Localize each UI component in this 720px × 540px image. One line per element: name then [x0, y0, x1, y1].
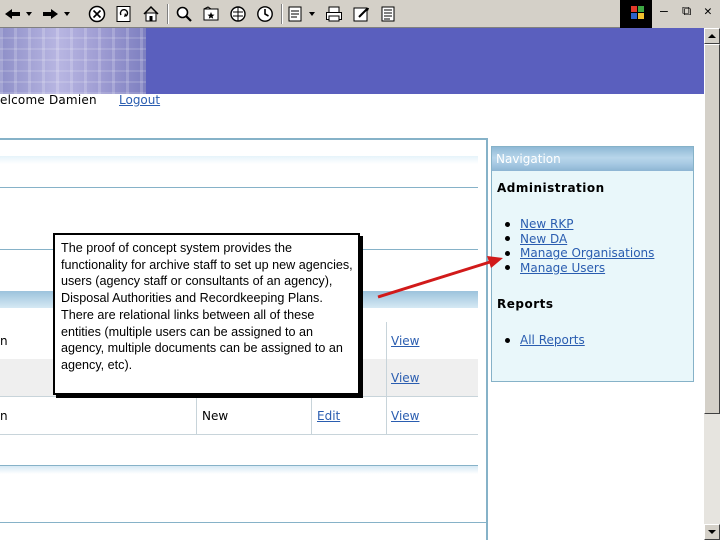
administration-list: New RKP New DA Manage Organisations Mana… [502, 217, 654, 275]
browser-toolbar: – ⧉ ✕ [0, 0, 720, 28]
edit-icon [288, 6, 315, 22]
favorites-icon [203, 6, 219, 21]
vertical-scrollbar[interactable] [704, 28, 720, 540]
scroll-up-button[interactable] [704, 28, 720, 44]
restore-icon[interactable]: ⧉ [682, 4, 691, 19]
windows-logo [620, 0, 652, 28]
view-link[interactable]: View [391, 334, 419, 348]
chevron-up-icon [708, 34, 716, 38]
reports-heading: Reports [497, 297, 554, 311]
panel-footer-band [0, 466, 478, 474]
list-item: New DA [502, 232, 654, 247]
forward-button[interactable] [40, 3, 70, 25]
back-icon [5, 9, 32, 19]
notes-icon [381, 6, 395, 22]
search-icon [176, 6, 192, 22]
edit-link[interactable]: Edit [317, 409, 340, 423]
favorites-button[interactable] [200, 3, 222, 25]
minimize-icon[interactable]: – [660, 4, 668, 19]
manage-organisations-link[interactable]: Manage Organisations [520, 246, 654, 260]
mail-icon [353, 7, 369, 22]
back-button[interactable] [2, 3, 32, 25]
logout-link[interactable]: Logout [119, 93, 160, 107]
stop-button[interactable] [86, 3, 108, 25]
chevron-down-icon [708, 530, 716, 534]
administration-heading: Administration [497, 181, 605, 195]
media-button[interactable] [227, 3, 249, 25]
new-rkp-link[interactable]: New RKP [520, 217, 573, 231]
divider [0, 187, 478, 188]
home-icon [143, 5, 159, 22]
navigation-header: Navigation [492, 147, 693, 171]
list-item: Manage Organisations [502, 246, 654, 261]
reports-list: All Reports [502, 333, 585, 348]
annotation-callout: The proof of concept system provides the… [53, 233, 360, 395]
search-button[interactable] [173, 3, 195, 25]
new-da-link[interactable]: New DA [520, 232, 567, 246]
view-link[interactable]: View [391, 409, 419, 423]
navigation-title: Navigation [496, 152, 561, 166]
print-icon [326, 6, 342, 22]
scroll-down-button[interactable] [704, 524, 720, 540]
mail-button[interactable] [350, 3, 372, 25]
divider [0, 522, 486, 523]
forward-icon [43, 9, 70, 19]
history-button[interactable] [254, 3, 276, 25]
view-link[interactable]: View [391, 371, 419, 385]
site-banner [0, 28, 720, 94]
navigation-panel: Navigation Administration New RKP New DA… [491, 146, 694, 382]
stop-icon [88, 5, 106, 23]
welcome-text: elcome Damien [0, 93, 97, 107]
panel-header-band [0, 156, 478, 164]
media-icon [230, 6, 246, 22]
print-button[interactable] [323, 3, 345, 25]
window-controls: – ⧉ ✕ [652, 0, 720, 28]
all-reports-link[interactable]: All Reports [520, 333, 585, 347]
table-row: n New Edit View [0, 397, 478, 435]
banner-image [0, 28, 146, 94]
edit-button[interactable] [287, 3, 317, 25]
row-status: New [202, 409, 229, 423]
row-name: n [0, 409, 8, 423]
list-item: Manage Users [502, 261, 654, 276]
callout-text: The proof of concept system provides the… [61, 241, 353, 372]
row-name: n [0, 334, 8, 348]
scroll-thumb[interactable] [704, 44, 720, 414]
list-item: All Reports [502, 333, 585, 348]
refresh-icon [116, 6, 131, 22]
refresh-button[interactable] [113, 3, 135, 25]
panel-top-border [0, 138, 486, 140]
close-icon[interactable]: ✕ [704, 4, 712, 19]
windows-flag-icon [631, 6, 644, 19]
manage-users-link[interactable]: Manage Users [520, 261, 605, 275]
discuss-button[interactable] [377, 3, 399, 25]
history-icon [257, 6, 273, 22]
list-item: New RKP [502, 217, 654, 232]
home-button[interactable] [140, 3, 162, 25]
